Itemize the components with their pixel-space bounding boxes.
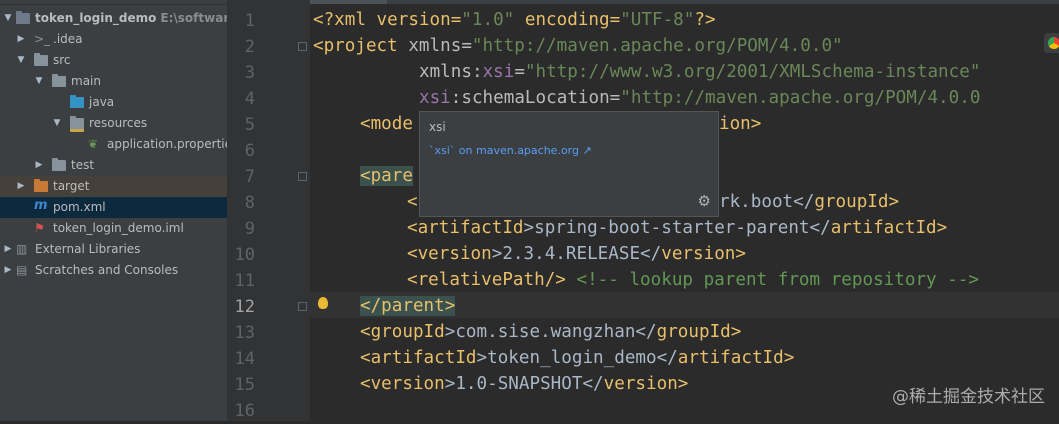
code-line: xsi:schemaLocation="http://maven.apache.…: [419, 88, 981, 108]
chevron-right-icon[interactable]: ▶: [34, 159, 44, 171]
chrome-icon: [1048, 37, 1059, 49]
tree-item-label: main: [71, 74, 101, 88]
fold-marker-icon[interactable]: [298, 42, 307, 51]
line-number: 5: [244, 115, 255, 135]
code-line: <artifactId>token_login_demo</artifactId…: [360, 348, 795, 368]
tree-item-label: .idea: [53, 32, 83, 46]
project-tool-window: ▼ token_login_demoE:\software\I ▶ >_ .id…: [0, 0, 227, 421]
tree-item-iml[interactable]: ⚑ token_login_demo.iml: [0, 218, 227, 239]
line-number: 6: [244, 141, 255, 161]
popup-title: xsi: [429, 120, 446, 134]
tree-item-label: External Libraries: [35, 242, 141, 256]
scratches-icon: ▤: [16, 263, 28, 277]
editor-tab-bar: [227, 0, 1059, 4]
folder-icon: [52, 74, 68, 89]
tree-item-label: token_login_demo: [35, 11, 157, 25]
line-number: 15: [234, 375, 255, 395]
tree-item-label: Scratches and Consoles: [35, 263, 179, 277]
folder-icon: [34, 53, 50, 68]
tree-item-external-libraries[interactable]: ▶ ▥ External Libraries: [0, 239, 227, 260]
tree-item-project-root[interactable]: ▼ token_login_demoE:\software\I: [0, 8, 227, 29]
watermark: @稀土掘金技术社区: [892, 387, 1045, 407]
code-line: <mode: [360, 114, 413, 134]
tree-item-label: resources: [89, 116, 148, 130]
folder-icon: >_: [34, 32, 51, 46]
chevron-down-icon[interactable]: ▼: [16, 54, 26, 66]
code-line: rk.boot</groupId>: [719, 192, 900, 212]
line-number: 14: [234, 349, 255, 369]
fold-marker-icon[interactable]: [298, 302, 307, 311]
folder-icon: [52, 158, 68, 173]
line-number: 11: [234, 271, 255, 291]
line-number: 2: [244, 37, 255, 57]
tree-item-src[interactable]: ▼ src: [0, 50, 227, 71]
libraries-icon: ▥: [16, 242, 28, 256]
code-line: <pare: [360, 166, 413, 186]
external-doc-link[interactable]: `xsi` on maven.apache.org ↗: [429, 144, 592, 157]
code-line: <project xmlns="http://maven.apache.org/…: [313, 36, 843, 56]
tree-item-label: test: [71, 158, 95, 172]
tree-item-path-hint: E:\software\I: [160, 11, 227, 25]
resources-folder-icon: [70, 116, 86, 132]
iml-file-icon: ⚑: [34, 221, 45, 235]
gear-icon[interactable]: ⚙: [698, 192, 711, 210]
chevron-down-icon[interactable]: ▼: [52, 117, 62, 129]
documentation-popup: xsi `xsi` on maven.apache.org ↗ ⚙: [419, 111, 719, 217]
fold-marker-icon[interactable]: [298, 172, 307, 181]
code-line: <: [407, 192, 418, 212]
tree-item-application-properties[interactable]: ❦ application.properties: [0, 134, 227, 155]
lightbulb-icon[interactable]: [318, 297, 328, 309]
line-number: 13: [234, 323, 255, 343]
line-number: 9: [244, 219, 255, 239]
line-number: 10: [234, 245, 255, 265]
tree-item-idea[interactable]: ▶ >_ .idea: [0, 29, 227, 50]
tree-item-resources[interactable]: ▼ resources: [0, 113, 227, 134]
chevron-right-icon[interactable]: ▶: [16, 33, 26, 45]
tree-item-label: pom.xml: [53, 200, 106, 214]
maven-icon: m: [34, 198, 48, 213]
tree-item-java[interactable]: java: [0, 92, 227, 113]
code-line: <version>2.3.4.RELEASE</version>: [407, 244, 746, 264]
chevron-right-icon[interactable]: ▶: [3, 243, 13, 255]
browser-chrome-button[interactable]: [1044, 33, 1059, 53]
tree-item-main[interactable]: ▼ main: [0, 71, 227, 92]
tree-item-label: java: [89, 95, 115, 109]
line-number: 3: [244, 63, 255, 83]
spring-properties-icon: ❦: [88, 137, 99, 151]
excluded-folder-icon: [34, 179, 50, 194]
tree-item-pom-xml[interactable]: m pom.xml: [0, 197, 227, 218]
tree-item-label: target: [53, 179, 90, 193]
chevron-down-icon[interactable]: ▼: [3, 12, 13, 24]
tree-item-scratches[interactable]: ▶ ▤ Scratches and Consoles: [0, 260, 227, 281]
code-line: ion>: [719, 114, 762, 134]
line-number: 1: [244, 11, 255, 31]
module-folder-icon: [16, 11, 32, 26]
code-line: <groupId>com.sise.wangzhan</groupId>: [360, 322, 742, 342]
project-header-strip: [0, 0, 227, 5]
chevron-down-icon[interactable]: ▼: [34, 75, 44, 87]
code-line: <relativePath/> <!-- lookup parent from …: [407, 270, 979, 290]
line-number: 8: [244, 193, 255, 213]
chevron-right-icon[interactable]: ▶: [3, 264, 13, 276]
code-line: <version>1.0-SNAPSHOT</version>: [360, 374, 689, 394]
line-number-current: 12: [234, 297, 255, 317]
code-line: <?xml version="1.0" encoding="UTF-8"?>: [313, 10, 716, 30]
line-number: 4: [244, 89, 255, 109]
code-line: xmlns:xsi="http://www.w3.org/2001/XMLSch…: [419, 62, 981, 82]
tree-item-label: src: [53, 53, 71, 67]
tree-item-target[interactable]: ▶ target: [0, 176, 227, 197]
source-folder-icon: [70, 95, 86, 110]
code-line: </parent>: [360, 296, 456, 316]
tree-item-label: token_login_demo.iml: [53, 221, 184, 235]
tree-item-test[interactable]: ▶ test: [0, 155, 227, 176]
chevron-right-icon[interactable]: ▶: [16, 180, 26, 192]
code-line: <artifactId>spring-boot-starter-parent</…: [407, 218, 948, 238]
line-number: 7: [244, 167, 255, 187]
tree-item-label: application.properties: [107, 137, 227, 151]
line-number: 16: [234, 401, 255, 421]
